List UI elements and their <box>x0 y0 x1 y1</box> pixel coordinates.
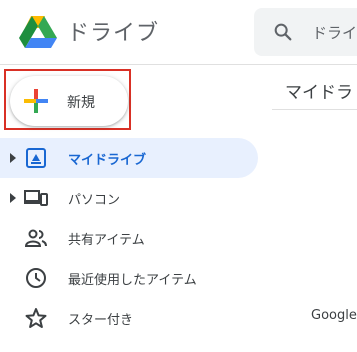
google-drive-logo[interactable] <box>18 14 58 50</box>
sidebar-item-label: スター付き <box>68 313 134 328</box>
computers-icon <box>24 190 48 206</box>
search-box[interactable]: ドライ <box>254 8 357 56</box>
clock-icon <box>26 268 46 288</box>
search-input[interactable]: ドライ <box>312 22 357 43</box>
sidebar-item-shared[interactable]: 共有アイテム <box>0 218 258 258</box>
sidebar-item-computers[interactable]: パソコン <box>0 178 258 218</box>
sidebar-item-recent[interactable]: 最近使用したアイテム <box>0 258 258 298</box>
my-drive-icon <box>26 148 46 168</box>
owner-cell: Google <box>311 308 357 323</box>
search-icon[interactable] <box>272 21 294 43</box>
top-bar: ドライブ ドライ <box>0 0 357 64</box>
sidebar-item-starred[interactable]: スター付き <box>0 298 258 338</box>
sidebar-item-label: 最近使用したアイテム <box>68 273 197 288</box>
main-divider <box>272 109 357 110</box>
app-title: ドライブ <box>67 21 160 46</box>
page-title: マイドラ <box>285 83 353 103</box>
new-button[interactable]: 新規 <box>10 76 128 126</box>
sidebar-nav: マイドライブ パソコン 共有アイテム 最近使用したアイテム スター付き <box>0 138 258 338</box>
expand-caret-icon[interactable] <box>9 192 17 204</box>
expand-caret-icon[interactable] <box>9 152 17 164</box>
new-button-label: 新規 <box>67 95 95 111</box>
sidebar-item-my-drive[interactable]: マイドライブ <box>0 138 258 178</box>
sidebar-item-label: 共有アイテム <box>68 233 145 248</box>
star-icon <box>25 308 47 328</box>
header-divider <box>0 64 357 65</box>
plus-icon <box>24 89 48 113</box>
sidebar-item-label: パソコン <box>68 193 121 208</box>
sidebar-item-label: マイドライブ <box>68 153 147 168</box>
shared-people-icon <box>24 229 47 247</box>
